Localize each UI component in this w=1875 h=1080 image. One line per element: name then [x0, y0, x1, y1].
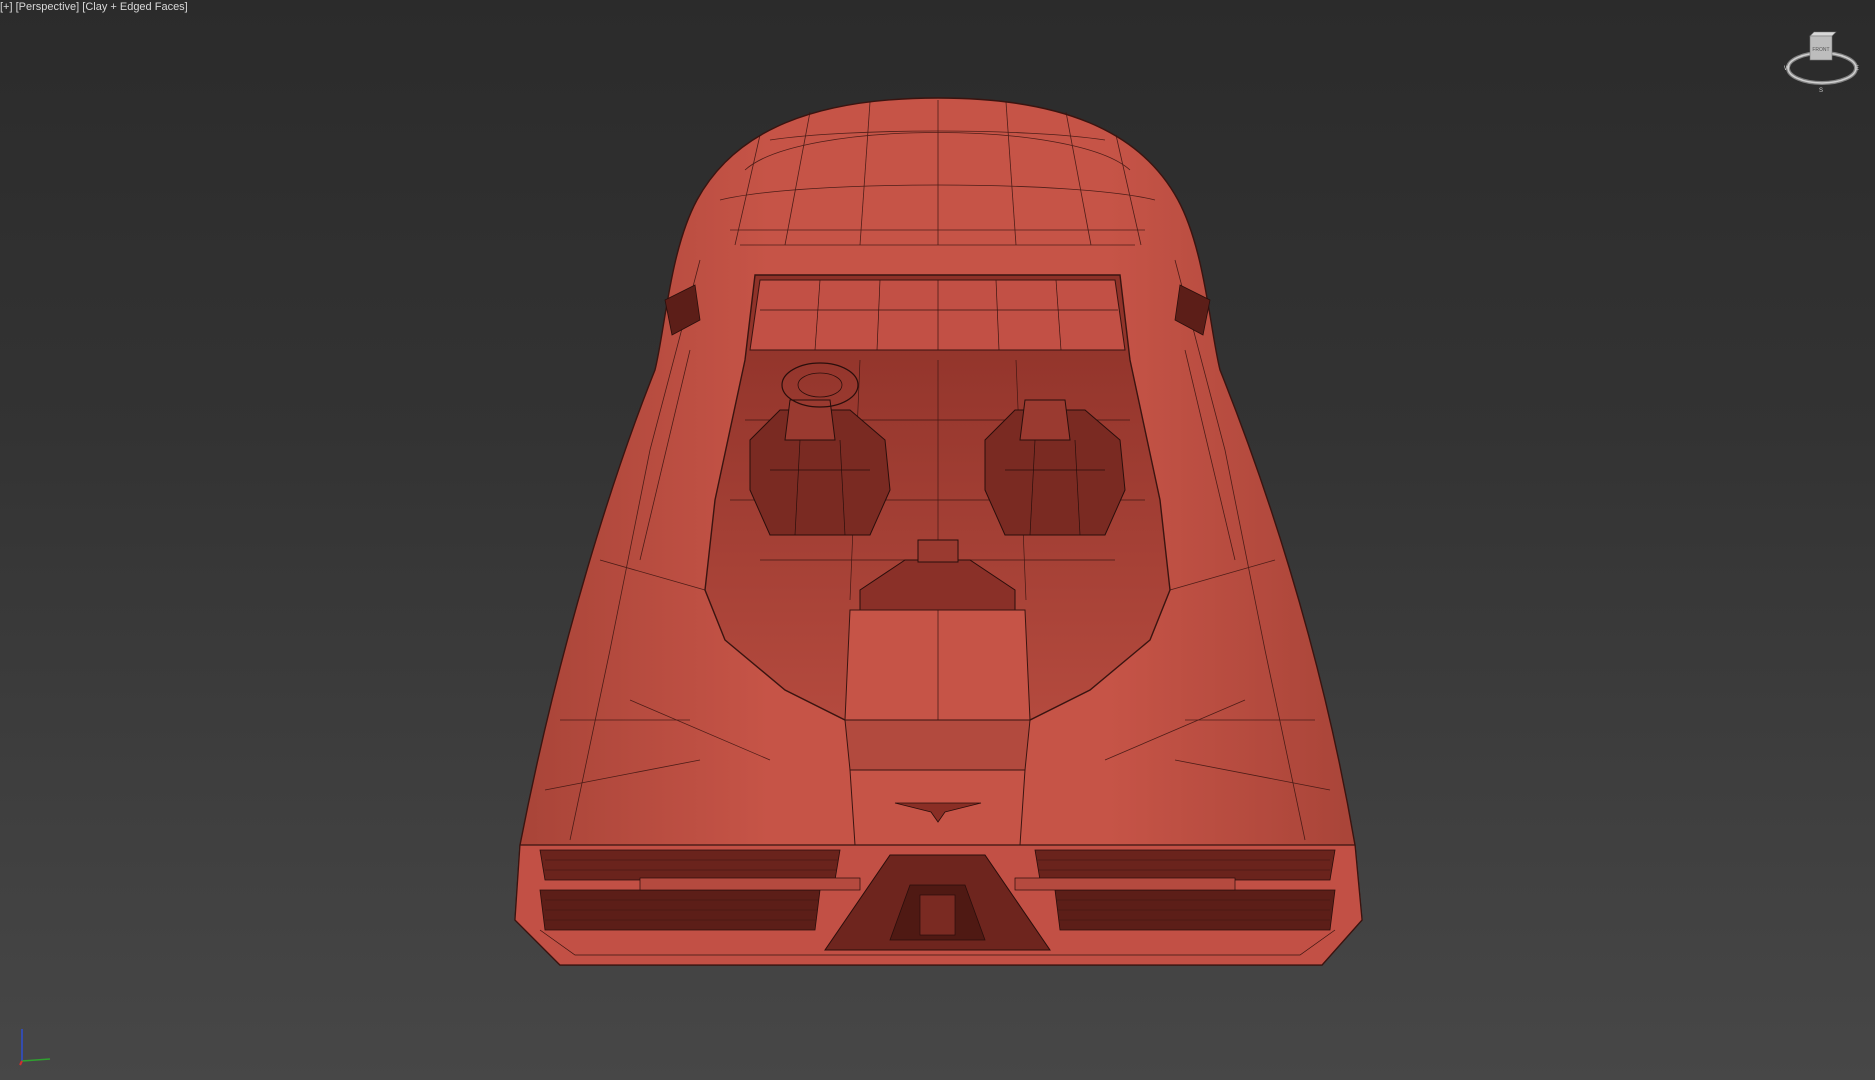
viewcube-cube[interactable]: FRONT [1809, 31, 1837, 61]
viewcube-face-label[interactable]: FRONT [1812, 47, 1829, 53]
car-model[interactable] [0, 0, 1875, 1080]
perspective-viewport[interactable]: [+] [Perspective] [Clay + Edged Faces] F… [0, 0, 1875, 1080]
compass-east-label: E [1855, 66, 1859, 72]
axis-tripod-icon [19, 1029, 51, 1066]
rear-deck [749, 279, 1126, 351]
compass-west-label: W [1784, 66, 1790, 72]
compass-south-label: S [1819, 88, 1823, 94]
axis-y-line [21, 1058, 51, 1062]
axis-x-line [19, 1060, 23, 1066]
rear-vent-left [539, 849, 861, 931]
viewcube-widget[interactable]: FRONT W E S [1782, 28, 1862, 98]
rear-vent-right [1014, 849, 1336, 931]
